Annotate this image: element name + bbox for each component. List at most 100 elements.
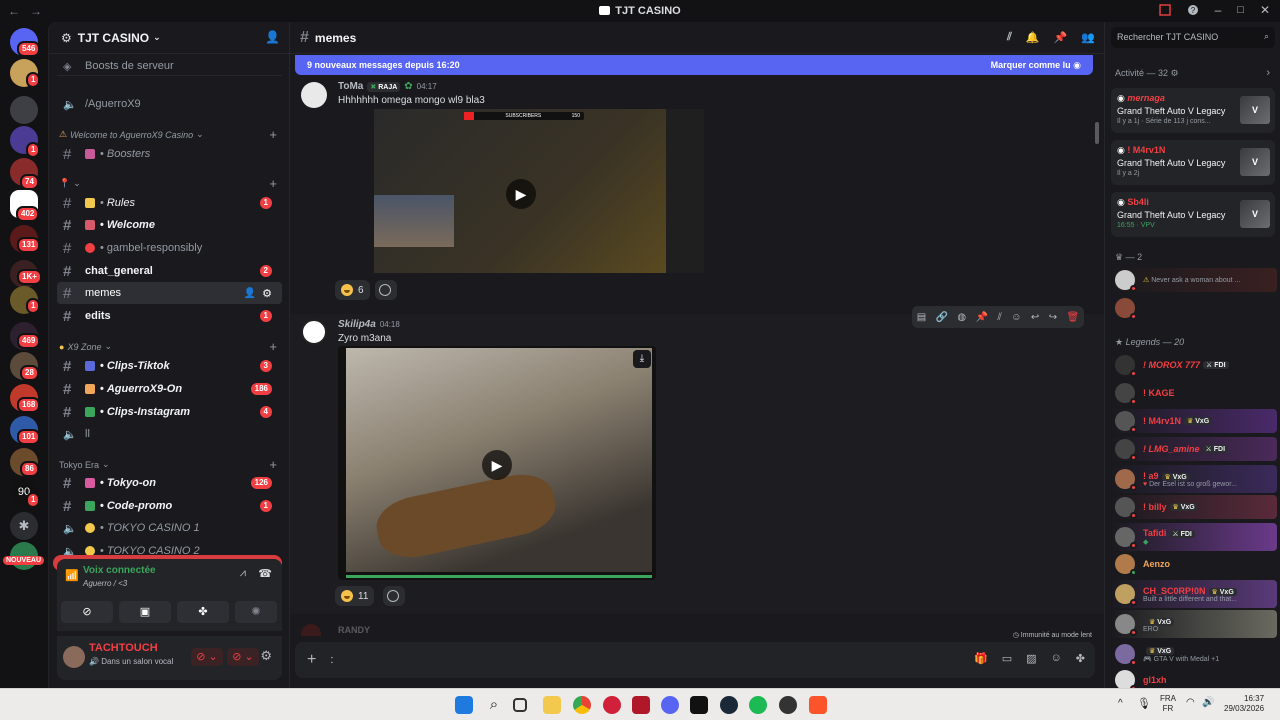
members-list-icon[interactable]: 👥	[1081, 31, 1095, 44]
channel-memes[interactable]: # memes 👤 ⚙	[57, 282, 282, 304]
voice-channel-ll[interactable]: 🔈 ll	[57, 423, 282, 445]
activity-card[interactable]: ◉ mernaga Grand Theft Auto V Legacy Il y…	[1111, 88, 1275, 133]
voice-location[interactable]: Aguerro / <3	[83, 579, 127, 588]
member-row[interactable]	[1111, 296, 1277, 320]
member-row[interactable]: CH_SC0RP!0N ♛ VxG Built a little different…	[1111, 580, 1277, 608]
task-view-icon[interactable]	[513, 698, 527, 712]
message-author[interactable]: Skilip4a	[338, 319, 376, 330]
chevron-right-icon[interactable]: ›	[1266, 67, 1270, 79]
camera-off-button[interactable]: ⊘	[61, 601, 113, 623]
emoji-icon[interactable]: ☺	[1051, 652, 1062, 665]
add-reaction-button[interactable]	[383, 586, 405, 606]
tray-chevron-icon[interactable]: ^	[1118, 698, 1123, 709]
scrollbar[interactable]	[1095, 122, 1099, 144]
link-icon[interactable]: 🔗	[936, 312, 948, 323]
member-row[interactable]: ! M4rv1N ♛ VxG	[1111, 409, 1277, 433]
maximize-icon[interactable]: □	[1237, 4, 1244, 16]
add-reaction-button[interactable]	[375, 280, 397, 300]
channel-rules[interactable]: # • Rules 1	[57, 192, 282, 214]
add-channel-icon[interactable]: +	[269, 339, 277, 354]
gear-icon[interactable]: ⚙	[262, 287, 272, 300]
add-attachment-icon[interactable]: +	[307, 651, 316, 669]
user-settings-gear-icon[interactable]: ⚙	[260, 648, 272, 664]
threads-icon[interactable]: ⫽	[997, 312, 1001, 323]
category-welcome[interactable]: ⚠ Welcome to AguerroX9 Casino ⌄ +	[59, 127, 279, 142]
channel-tokyo-on[interactable]: # • Tokyo-on 126	[57, 472, 282, 494]
clan-tag[interactable]: ✖ RAJA	[367, 81, 401, 92]
member-row[interactable]: ! a9 ♛ VxG ♥ Der Esel ist so groß gewor...	[1111, 465, 1277, 493]
spotify-icon[interactable]	[749, 696, 767, 714]
minimize-icon[interactable]: –	[1215, 3, 1222, 17]
member-row[interactable]: Tafidi ⚔ FDI ◆	[1111, 523, 1277, 551]
chrome-icon[interactable]	[573, 696, 591, 714]
member-row[interactable]: ⚠ Never ask a woman about ...	[1111, 268, 1277, 292]
reply-icon[interactable]: ↩	[1031, 312, 1039, 323]
channel-gambel-responsibly[interactable]: # • gambel-responsibly	[57, 237, 282, 259]
channel-code-promo[interactable]: # • Code-promo 1	[57, 495, 282, 517]
delete-icon[interactable]: 🗑	[1067, 312, 1080, 323]
search-icon[interactable]: ⌕	[485, 696, 503, 714]
language-indicator[interactable]: FRA FR	[1160, 694, 1176, 714]
capcut-icon[interactable]	[690, 696, 708, 714]
wifi-icon[interactable]: ◠	[1186, 697, 1195, 708]
pin-icon[interactable]: 📌	[1054, 31, 1068, 44]
server-header[interactable]: ⚙ TJT CASINO ⌄ 👤	[49, 22, 290, 54]
message-input[interactable]: :	[330, 654, 333, 666]
soundboard-button[interactable]: ✺	[235, 601, 277, 623]
member-row[interactable]: ! MOROX 777 ⚔ FDI	[1111, 353, 1277, 377]
server-icon[interactable]	[10, 96, 38, 124]
mercedes-server-icon[interactable]: ✱	[10, 512, 38, 540]
app-icon[interactable]	[603, 696, 621, 714]
brave-icon[interactable]	[809, 696, 827, 714]
search-input[interactable]: Rechercher TJT CASINO ⌕	[1111, 27, 1275, 48]
avatar[interactable]	[301, 624, 321, 636]
member-row[interactable]: ! KAGE	[1111, 381, 1277, 405]
app-icon[interactable]	[779, 696, 797, 714]
close-icon[interactable]: ✕	[1260, 3, 1270, 17]
threads-icon[interactable]: ⫽	[1007, 31, 1012, 44]
pin-icon[interactable]: 📌	[976, 312, 988, 323]
add-channel-icon[interactable]: +	[269, 127, 277, 142]
mark-as-read-button[interactable]: Marquer comme lu ◉	[991, 60, 1081, 71]
reaction-laugh[interactable]: 11	[335, 586, 375, 606]
disconnect-icon[interactable]: ☎	[258, 567, 272, 580]
thread-icon[interactable]: ◍	[957, 312, 966, 323]
noise-suppression-icon[interactable]: ⩘	[240, 567, 246, 580]
voice-status[interactable]: Voix connectée	[83, 565, 156, 576]
channel-clips-instagram[interactable]: # • Clips-Instagram 4	[57, 401, 282, 423]
channel-boosters[interactable]: # • Boosters	[57, 143, 282, 165]
apps-icon[interactable]: ✤	[1076, 652, 1085, 665]
category-tokyo-era[interactable]: Tokyo Era ⌄ +	[59, 457, 279, 472]
video-attachment[interactable]: ▶ ⤓	[338, 346, 656, 580]
new-messages-bar[interactable]: 9 nouveaux messages depuis 16:20 Marquer…	[295, 55, 1093, 75]
microphone-icon[interactable]: 🎙	[1137, 697, 1151, 710]
username[interactable]: TACHTOUCH	[89, 642, 158, 654]
avatar[interactable]	[301, 319, 327, 345]
nouveau-badge[interactable]: NOUVEAU	[3, 556, 45, 565]
message-author[interactable]: RANDY	[338, 625, 370, 635]
reaction-icon[interactable]: ☺	[1011, 312, 1021, 323]
message-author[interactable]: ToMa	[338, 81, 363, 92]
activity-card[interactable]: ◉ ! M4rv1N Grand Theft Auto V Legacy Il …	[1111, 140, 1275, 185]
member-row[interactable]: ♛ VxG ERO	[1111, 610, 1277, 638]
gift-icon[interactable]: 🎁	[974, 652, 988, 665]
clock[interactable]: 16:37 29/03/2026	[1224, 694, 1264, 714]
member-row[interactable]: ! LMG_amine ⚔ FDI	[1111, 437, 1277, 461]
channel-welcome[interactable]: # • Welcome	[57, 214, 282, 236]
mute-mic-button[interactable]: ⊘ ⌄	[191, 648, 223, 666]
channel-clips-tiktok[interactable]: # • Clips-Tiktok 3	[57, 355, 282, 377]
discord-taskbar-icon[interactable]	[661, 696, 679, 714]
file-explorer-icon[interactable]	[543, 696, 561, 714]
video-progress[interactable]	[346, 575, 652, 578]
video-attachment[interactable]: SUBSCRIBERS 150 ▶	[374, 109, 704, 273]
screen-share-button[interactable]: ▣	[119, 601, 171, 623]
channel-edits[interactable]: # edits 1	[57, 305, 282, 327]
member-row[interactable]: Aenzo	[1111, 552, 1277, 576]
play-button[interactable]: ▶	[506, 179, 536, 209]
deafen-button[interactable]: ⊘ ⌄	[227, 648, 259, 666]
gif-icon[interactable]: ▭	[1002, 652, 1012, 665]
category-x9-zone[interactable]: ● X9 Zone ⌄ +	[59, 339, 279, 354]
download-icon[interactable]: ⤓	[633, 350, 651, 368]
app-icon[interactable]	[632, 696, 650, 714]
add-channel-icon[interactable]: +	[269, 176, 277, 191]
